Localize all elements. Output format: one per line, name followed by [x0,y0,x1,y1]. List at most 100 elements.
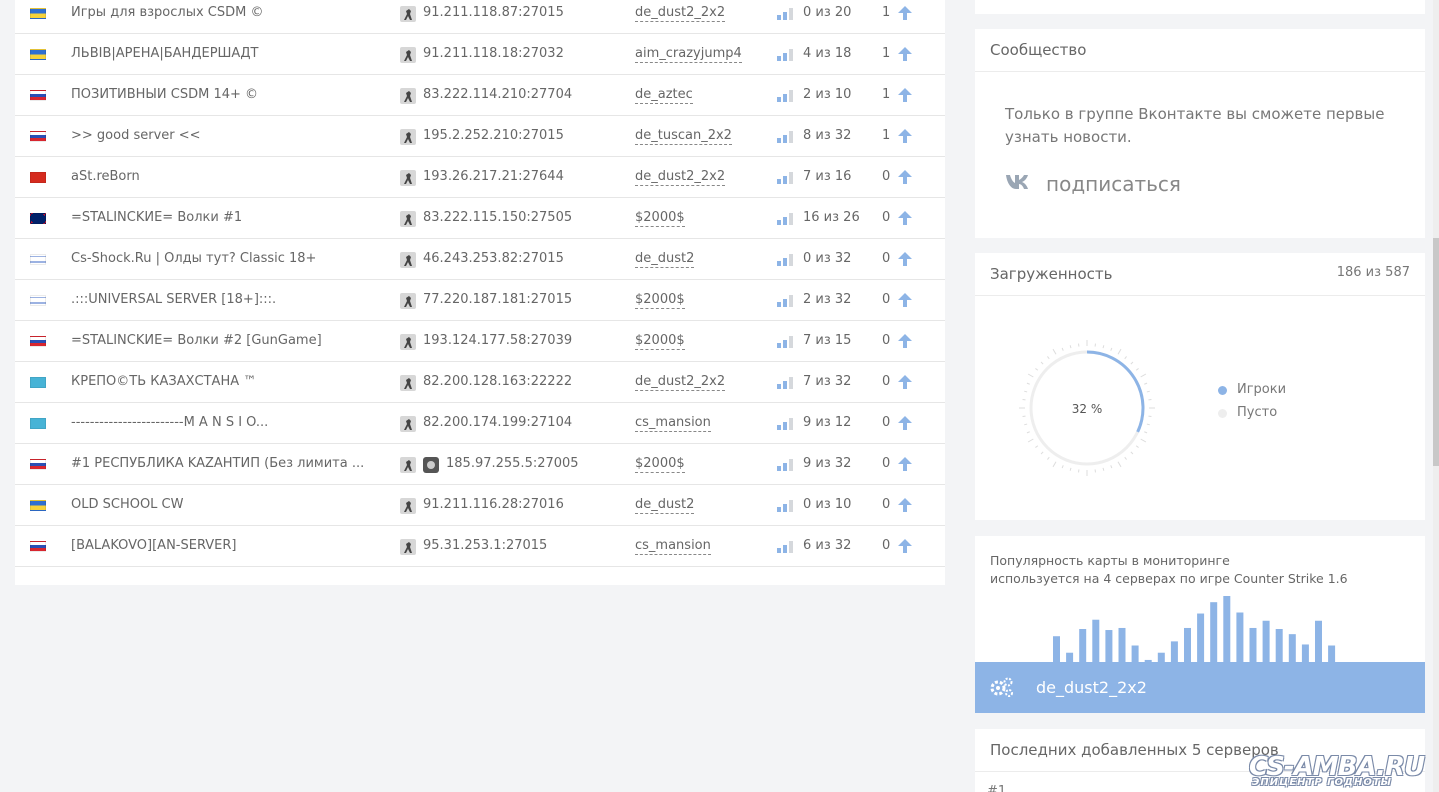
server-name[interactable]: =STALINCKИE= Волки #2 [GunGame] [71,333,391,348]
popularity-map-name[interactable]: de_dust2_2x2 [1036,678,1147,697]
server-map[interactable]: de_tuscan_2x2 [635,128,732,145]
histogram-bar [1275,629,1283,662]
vote-up-icon[interactable] [897,128,913,144]
gauge-tick [1135,445,1139,448]
server-ip[interactable]: 77.220.187.181:27015 [423,292,572,307]
server-ip[interactable]: 91.211.118.87:27015 [423,5,564,20]
server-map[interactable]: $2000$ [635,333,685,350]
server-map[interactable]: $2000$ [635,456,685,473]
gauge-tick [1140,373,1147,378]
server-row[interactable]: ЛЬВІВ|АРЕНА|БАНДЕРШАДТ 91.211.118.18:2703… [15,34,945,75]
server-name[interactable]: [BALAKOVO][AN-SERVER] [71,538,391,553]
server-rating: 1 [882,46,891,61]
server-ip[interactable]: 82.200.174.199:27104 [423,415,572,430]
server-name[interactable]: =STALINCKИE= Волки #1 [71,210,391,225]
histogram-bar [1249,627,1257,662]
vote-up-icon[interactable] [897,251,913,267]
server-map[interactable]: cs_mansion [635,415,711,432]
server-row[interactable]: ------------------------M A N S I O... 82… [15,403,945,444]
vk-icon[interactable] [1005,172,1029,190]
server-row[interactable]: =STALINCKИE= Волки #1 83.222.115.150:2750… [15,198,945,239]
server-players: 7 из 16 [803,169,852,184]
server-name[interactable]: >> good server << [71,128,391,143]
server-map[interactable]: de_aztec [635,87,693,104]
vote-up-icon[interactable] [897,169,913,185]
vote-up-icon[interactable] [897,5,913,21]
server-ip[interactable]: 195.2.252.210:27015 [423,128,564,143]
server-ip[interactable]: 82.200.128.163:22222 [423,374,572,389]
server-name[interactable]: ЛЬВІВ|АРЕНА|БАНДЕРШАДТ [71,46,391,61]
server-ip[interactable]: 95.31.253.1:27015 [423,538,547,553]
vote-up-icon[interactable] [897,538,913,554]
server-row[interactable]: >> good server << 195.2.252.210:27015 de_t… [15,116,945,157]
server-ip[interactable]: 46.243.253.82:27015 [423,251,564,266]
server-row[interactable]: .:::UNIVERSAL SERVER [18+]:::. 77.220.187… [15,280,945,321]
vote-up-icon[interactable] [897,333,913,349]
vote-up-icon[interactable] [897,456,913,472]
gauge-tick [1117,348,1122,355]
server-name[interactable]: ПОЗИТИВНЫЙ CSDM 14+ © [71,87,391,102]
cs-game-icon [400,88,416,104]
server-map[interactable]: de_dust2 [635,497,695,514]
page-scrollbar[interactable] [1433,0,1439,792]
server-ip[interactable]: 91.211.118.18:27032 [423,46,564,61]
server-row[interactable]: aSt.reBorn 193.26.217.21:27644 de_dust2_2x… [15,157,945,198]
map-popularity-card: Популярность карты в мониторинге использ… [975,536,1425,713]
server-ip[interactable]: 83.222.114.210:27704 [423,87,572,102]
server-map[interactable]: cs_mansion [635,538,711,555]
vote-up-icon[interactable] [897,46,913,62]
server-row[interactable]: Игры для взрослых CSDM © 91.211.118.87:27… [15,0,945,34]
server-row[interactable]: #1 РЕСПУБЛИКА KAZАНТИП (Без лимита ... 18… [15,444,945,485]
server-row[interactable]: ПОЗИТИВНЫЙ CSDM 14+ © 83.222.114.210:2770… [15,75,945,116]
gauge-tick [1146,423,1150,426]
server-map[interactable]: de_dust2_2x2 [635,374,726,391]
server-players: 2 из 10 [803,87,852,102]
server-name[interactable]: Cs-Shock.Ru | Олды тут? Classic 18+ [71,251,391,266]
vote-up-icon[interactable] [897,210,913,226]
vote-up-icon[interactable] [897,374,913,390]
server-name[interactable]: #1 РЕСПУБЛИКА KAZАНТИП (Без лимита ... [71,456,391,471]
vote-up-icon[interactable] [897,415,913,431]
server-ip[interactable]: 83.222.115.150:27505 [423,210,572,225]
server-name[interactable]: OLD SCHOOL CW [71,497,391,512]
server-row[interactable]: =STALINCKИE= Волки #2 [GunGame] 193.124.1… [15,321,945,362]
cs-game-icon [400,416,416,432]
server-map[interactable]: $2000$ [635,292,685,309]
server-table: Игры для взрослых CSDM © 91.211.118.87:27… [15,0,945,585]
vote-up-icon[interactable] [897,497,913,513]
country-flag-icon [30,336,46,347]
scrollbar-thumb[interactable] [1433,238,1439,466]
server-name[interactable]: ------------------------M A N S I O... [71,415,391,430]
vote-up-icon[interactable] [897,87,913,103]
subscribe-link[interactable]: подписаться [1046,172,1181,196]
vote-up-icon[interactable] [897,292,913,308]
server-name[interactable]: Игры для взрослых CSDM © [71,5,391,20]
legend-empty-label: Пусто [1237,405,1278,420]
server-map[interactable]: de_dust2 [635,251,695,268]
server-row[interactable]: КРЕПО©ТЬ КАЗАХСТАНА ™ 82.200.128.163:2222… [15,362,945,403]
server-map[interactable]: de_dust2_2x2 [635,5,726,22]
server-ip[interactable]: 193.26.217.21:27644 [423,169,564,184]
server-map[interactable]: aim_crazyjump4 [635,46,742,63]
server-players: 6 из 32 [803,538,852,553]
server-ip[interactable]: 91.211.116.28:27016 [423,497,564,512]
server-name[interactable]: aSt.reBorn [71,169,391,184]
histogram-bar [1092,619,1100,662]
gauge-tick [1027,373,1034,378]
server-row[interactable]: OLD SCHOOL CW 91.211.116.28:27016 de_dust2… [15,485,945,526]
server-rating: 1 [882,128,891,143]
server-map[interactable]: de_dust2_2x2 [635,169,726,186]
server-players: 0 из 10 [803,497,852,512]
histogram-bar [1288,634,1296,662]
server-row[interactable]: [BALAKOVO][AN-SERVER] 95.31.253.1:27015 cs… [15,526,945,567]
load-card: Загруженность 186 из 587 32 % Игроки Пус… [975,253,1425,520]
server-row[interactable]: Cs-Shock.Ru | Олды тут? Classic 18+ 46.24… [15,239,945,280]
server-ip[interactable]: 185.97.255.5:27005 [446,456,579,471]
server-name[interactable]: КРЕПО©ТЬ КАЗАХСТАНА ™ [71,374,391,389]
server-map[interactable]: $2000$ [635,210,685,227]
server-name[interactable]: .:::UNIVERSAL SERVER [18+]:::. [71,292,391,307]
cs-game-icon [400,457,416,473]
country-flag-icon [30,131,46,142]
server-ip[interactable]: 193.124.177.58:27039 [423,333,572,348]
popularity-map-bar[interactable]: de_dust2_2x2 [975,662,1425,713]
